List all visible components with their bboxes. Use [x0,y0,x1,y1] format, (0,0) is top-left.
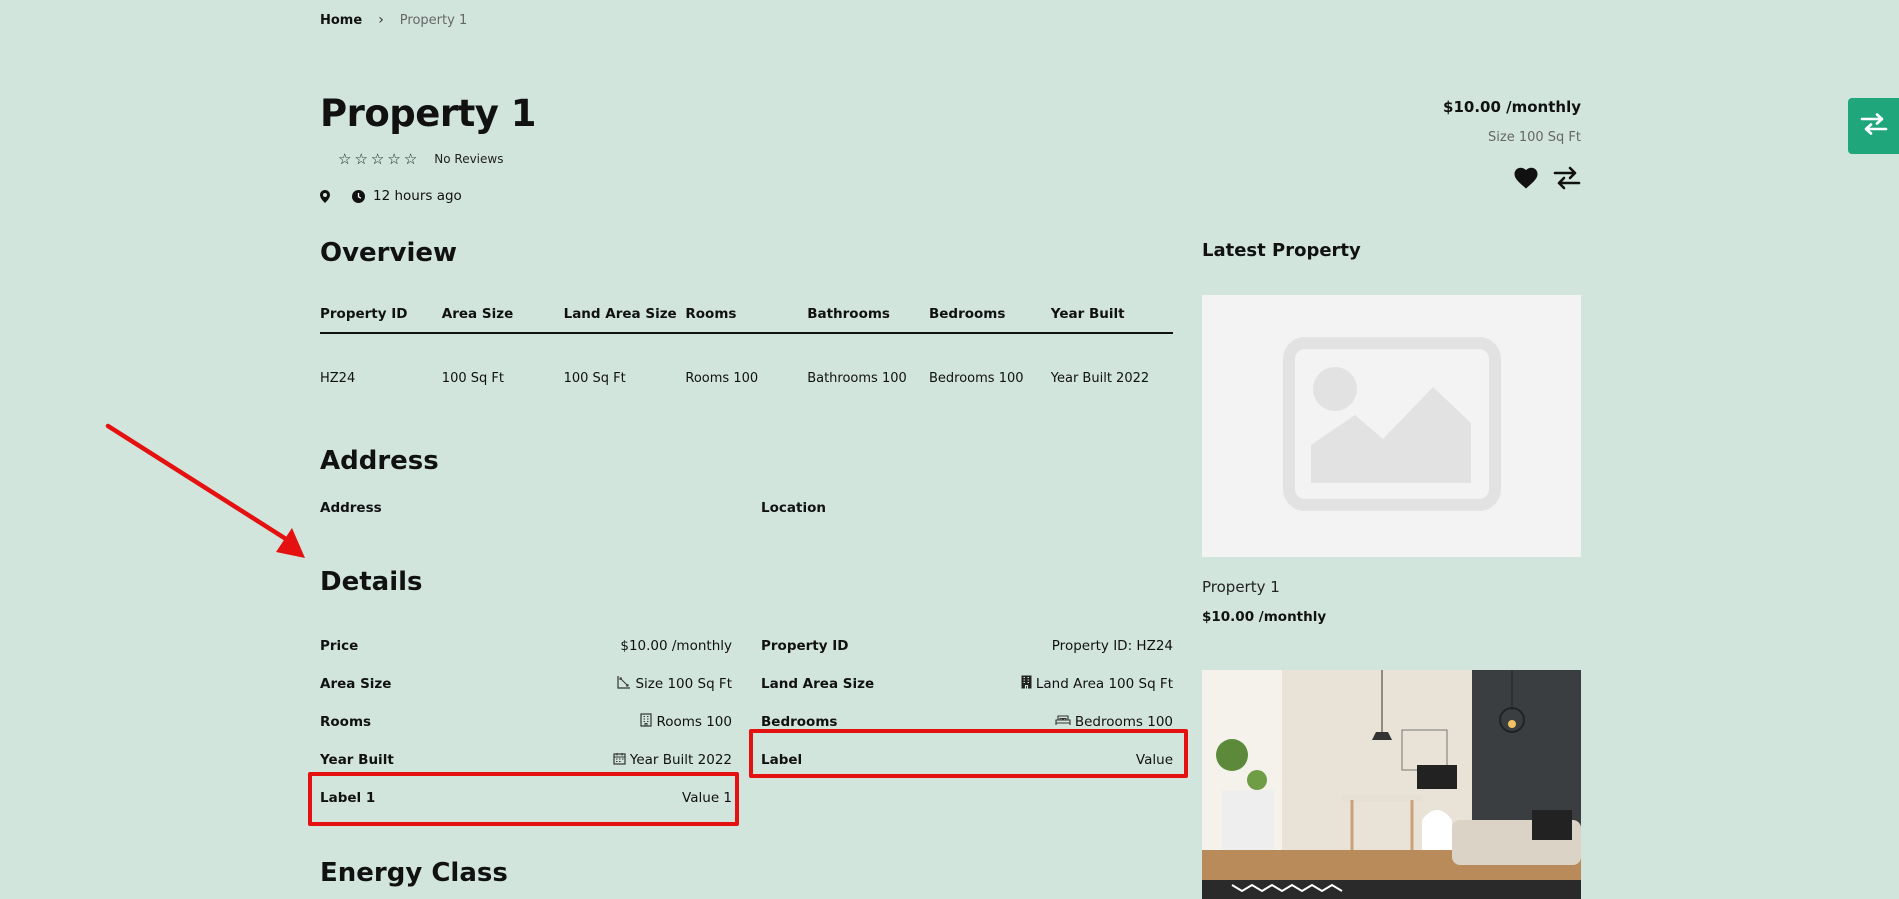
detail-value: Land Area 100 Sq Ft [1021,675,1173,693]
highlight-box [308,772,739,826]
star-icon[interactable]: ☆ [404,150,417,168]
star-icon[interactable]: ☆ [354,150,367,168]
detail-value: $10.00 /monthly [620,638,732,654]
image-placeholder-icon [1282,337,1501,515]
detail-value-text: Size 100 Sq Ft [635,676,732,692]
overview-header: Bedrooms [928,306,1006,322]
size-label: Size 100 Sq Ft [1488,130,1581,145]
detail-label: Area Size [320,676,392,692]
detail-label: Land Area Size [761,676,875,692]
price-label: $10.00 /monthly [1443,98,1581,116]
breadcrumb: Home › Property 1 [320,12,467,28]
detail-row: Rooms Rooms 100 [320,703,732,741]
rating-stars: ☆ ☆ ☆ ☆ ☆ No Reviews [338,150,503,168]
property-photo[interactable] [1202,670,1581,899]
detail-label: Property ID [761,638,849,654]
address-heading: Address [320,446,439,476]
overview-heading: Overview [320,238,458,268]
floating-compare-button[interactable] [1848,98,1899,154]
detail-value: Year Built 2022 [613,752,732,769]
area-icon [617,675,631,693]
calendar-icon [613,752,626,769]
overview-header: Bathrooms [807,306,890,322]
annotation-arrow [105,423,305,558]
latest-property-title[interactable]: Property 1 [1202,578,1280,596]
detail-row: Land Area Size Land Area 100 Sq Ft [761,665,1173,703]
chevron-right-icon: › [378,12,384,28]
details-heading: Details [320,567,423,597]
heart-icon[interactable] [1513,166,1539,194]
location-label: Location [761,500,826,516]
overview-header: Area Size [441,306,514,322]
overview-header: Rooms [685,306,737,322]
latest-property-heading: Latest Property [1202,240,1361,261]
overview-header-row: Property ID Area Size Land Area Size Roo… [320,300,1173,334]
detail-value: Property ID: HZ24 [1052,638,1173,654]
detail-value-text: Property ID: HZ24 [1051,638,1173,654]
map-pin-icon [320,189,330,203]
star-icon[interactable]: ☆ [387,150,400,168]
detail-value-text: Rooms 100 [656,714,732,730]
detail-label: Bedrooms [761,714,838,730]
overview-value: HZ24 [320,370,356,386]
posted-time: 12 hours ago [373,188,462,204]
latest-property-price: $10.00 /monthly [1202,609,1327,625]
overview-header: Property ID [320,306,408,322]
detail-value: Bedrooms 100 [1055,714,1173,730]
overview-value: Bathrooms 100 [807,370,907,386]
detail-value-text: Year Built 2022 [629,752,732,768]
reviews-count: No Reviews [434,152,504,166]
detail-value: Size 100 Sq Ft [617,675,732,693]
highlight-box [749,729,1188,778]
overview-value: 100 Sq Ft [441,370,504,386]
page-title: Property 1 [320,92,537,135]
bed-icon [1055,714,1071,730]
detail-label: Rooms [320,714,372,730]
address-label: Address [320,500,382,516]
details-right-column: Property ID Property ID: HZ24 Land Area … [761,627,1173,817]
detail-value-text: $10.00 /monthly [620,638,732,654]
building-icon [640,713,653,731]
office-building-icon [1021,675,1032,693]
star-icon[interactable]: ☆ [371,150,384,168]
overview-value: Year Built 2022 [1050,370,1150,386]
clock-icon [352,189,365,203]
detail-value: Rooms 100 [640,713,732,731]
star-icon[interactable]: ☆ [338,150,351,168]
detail-row: Property ID Property ID: HZ24 [761,627,1173,665]
overview-value: Rooms 100 [685,370,759,386]
breadcrumb-home[interactable]: Home [320,13,362,28]
compare-icon[interactable] [1553,166,1581,194]
energy-class-heading: Energy Class [320,858,508,888]
detail-label: Price [320,638,359,654]
compare-icon [1860,113,1888,139]
overview-value-row: HZ24 100 Sq Ft 100 Sq Ft Rooms 100 Bathr… [320,334,1173,414]
overview-header: Year Built [1050,306,1125,322]
detail-row: Price $10.00 /monthly [320,627,732,665]
detail-label: Year Built [320,752,394,768]
detail-value-text: Bedrooms 100 [1074,714,1173,730]
detail-value-text: Land Area 100 Sq Ft [1035,676,1173,692]
property-actions [1513,166,1581,194]
detail-row: Area Size Size 100 Sq Ft [320,665,732,703]
property-meta: 12 hours ago [320,188,462,204]
overview-header: Land Area Size [563,306,677,322]
overview-value: 100 Sq Ft [563,370,626,386]
breadcrumb-current: Property 1 [399,12,468,28]
overview-value: Bedrooms 100 [928,370,1024,386]
property-thumbnail[interactable] [1202,295,1581,557]
overview-table: Property ID Area Size Land Area Size Roo… [320,300,1173,414]
